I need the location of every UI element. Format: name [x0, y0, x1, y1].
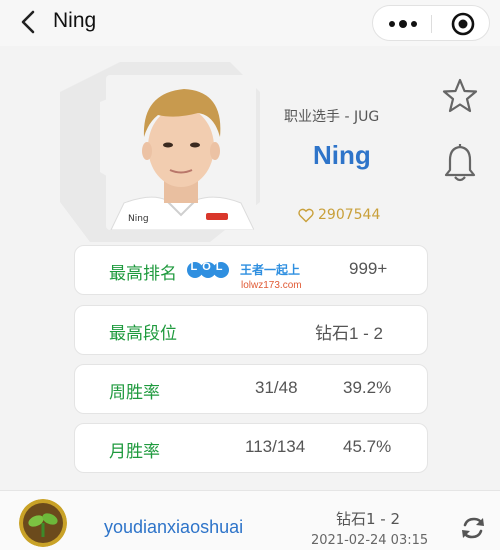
star-outline-icon: [442, 78, 478, 113]
refresh-button[interactable]: [458, 513, 488, 543]
record-target-icon: [451, 12, 475, 36]
watermark-badge: LOL: [190, 261, 228, 273]
watermark-url: lolwz173.com: [241, 280, 302, 291]
stat-count: 113/134: [245, 437, 306, 456]
more-button[interactable]: [383, 12, 423, 36]
player-name: Ning: [313, 140, 371, 170]
stat-label: 周胜率: [109, 383, 160, 403]
chevron-left-icon: [21, 10, 35, 34]
account-footer: youdianxiaoshuai 钻石1 - 2 2021-02-24 03:1…: [0, 490, 500, 550]
stat-rate: 39.2%: [343, 378, 392, 397]
account-username[interactable]: youdianxiaoshuai: [104, 517, 243, 538]
stat-label: 最高排名: [109, 264, 177, 284]
subscribe-button[interactable]: [443, 143, 477, 183]
more-dots-icon: [389, 20, 417, 28]
account-datetime: 2021-02-24 03:15: [311, 533, 429, 548]
bell-outline-icon: [444, 144, 476, 182]
refresh-icon: [462, 517, 484, 539]
top-bar: Ning: [0, 0, 500, 46]
stat-count: 31/48: [255, 378, 298, 397]
mini-program-capsule: [372, 5, 490, 41]
watermark-text: 王者一起上: [240, 263, 301, 277]
stat-card-monthly-winrate: 月胜率 113/134 45.7%: [74, 423, 428, 473]
heart-outline-icon: [298, 208, 314, 222]
like-count[interactable]: 2907544: [298, 207, 380, 223]
back-button[interactable]: [14, 8, 42, 36]
favorite-button[interactable]: [442, 78, 478, 114]
capsule-divider: [431, 15, 432, 33]
account-avatar[interactable]: [19, 499, 67, 547]
stat-value: 999+: [349, 259, 388, 278]
stat-card-weekly-winrate: 周胜率 31/48 39.2%: [74, 364, 428, 414]
stat-card-highest-tier: 最高段位 钻石1 - 2: [74, 305, 428, 355]
player-role: 职业选手 - JUG: [284, 109, 380, 125]
page-title: Ning: [53, 9, 97, 32]
svg-text:Ning: Ning: [128, 214, 149, 224]
stat-value: 钻石1 - 2: [315, 324, 384, 343]
stat-rate: 45.7%: [343, 437, 392, 456]
site-watermark: LOL 王者一起上 lolwz173.com: [186, 260, 316, 296]
player-avatar: Ning: [106, 75, 256, 230]
account-rank: 钻石1 - 2: [336, 510, 401, 528]
close-button[interactable]: [443, 10, 483, 38]
stat-label: 月胜率: [109, 442, 160, 462]
stat-label: 最高段位: [109, 324, 177, 344]
like-count-value: 2907544: [318, 207, 381, 223]
